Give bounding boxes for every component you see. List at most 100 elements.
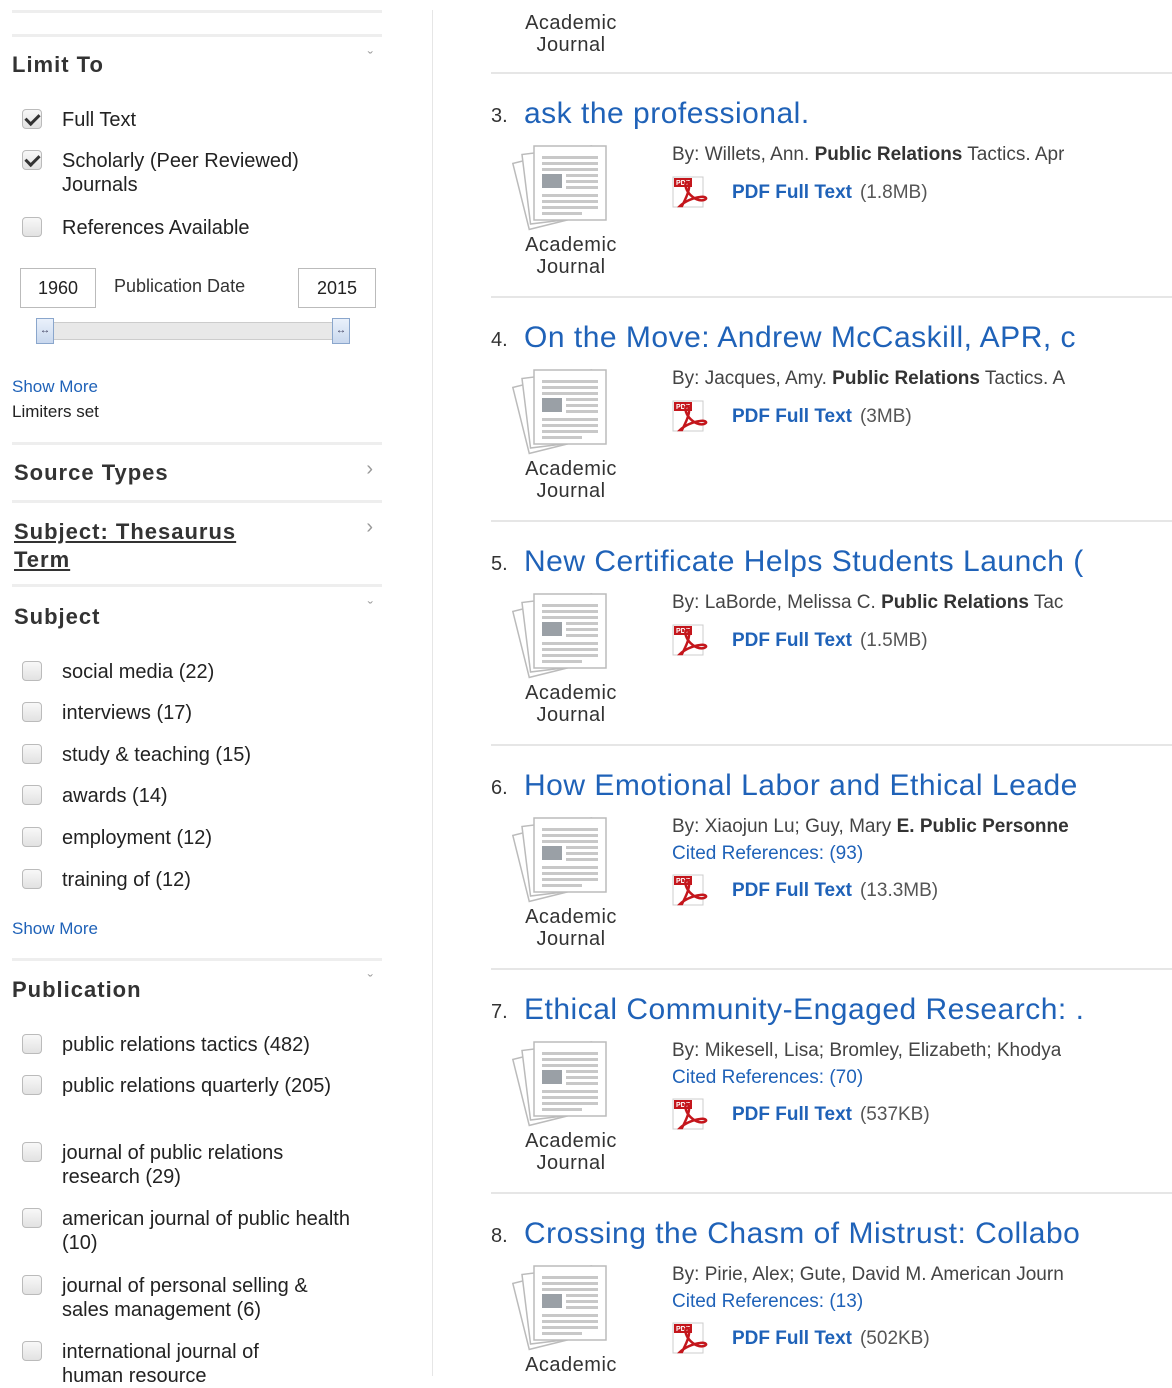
pdf-full-text-link[interactable]: PDF PDF Full Text (13.3MB) — [672, 874, 938, 908]
pubtype-line2: Journal — [536, 704, 606, 726]
authors: By: Jacques, Amy. — [672, 368, 827, 389]
pdf-label[interactable]: PDF Full Text — [732, 1104, 852, 1126]
limiter-label: References Available — [62, 217, 250, 239]
checkbox[interactable] — [22, 827, 42, 847]
subject-facet-item[interactable]: study & teaching (15) — [22, 743, 377, 767]
divider — [12, 10, 382, 13]
date-slider-right-handle[interactable]: ↔ — [332, 318, 350, 344]
chevron-right-icon[interactable]: › — [366, 516, 373, 539]
source-types-heading[interactable]: Source Types — [14, 460, 169, 486]
checkbox[interactable] — [22, 1208, 42, 1228]
limiter-full-text[interactable]: Full Text — [22, 108, 377, 132]
result-byline: By: Pirie, Alex; Gute, David M. American… — [672, 1264, 1064, 1286]
document-thumbnail-icon[interactable] — [511, 1040, 612, 1128]
publication-facet-item[interactable]: journal of public relations research (29… — [22, 1141, 352, 1189]
result-number: 8. — [491, 1225, 508, 1247]
pdf-full-text-link[interactable]: PDF PDF Full Text (537KB) — [672, 1098, 930, 1132]
show-more-link[interactable]: Show More — [12, 377, 98, 397]
source-rest: Tac — [1028, 592, 1064, 613]
result-divider — [491, 744, 1172, 746]
pubtype-line1: Academic — [525, 234, 617, 256]
date-to-input[interactable]: 2015 — [298, 268, 376, 308]
cited-references-link[interactable]: Cited References: (93) — [672, 843, 863, 865]
result-title-link[interactable]: Ethical Community-Engaged Research: . — [524, 993, 1084, 1027]
pdf-label[interactable]: PDF Full Text — [732, 182, 852, 204]
publication-type-label: Academic Journal — [516, 1130, 626, 1174]
pubtype-line1: Academic — [525, 458, 617, 480]
pdf-size: (1.8MB) — [859, 182, 928, 203]
cited-references-link[interactable]: Cited References: (70) — [672, 1067, 863, 1089]
limit-to-heading[interactable]: Limit To — [12, 52, 104, 78]
publication-facet-item[interactable]: public relations quarterly (205) — [22, 1074, 352, 1098]
checkbox[interactable] — [22, 150, 42, 170]
checkbox[interactable] — [22, 1142, 42, 1162]
result-title-link[interactable]: How Emotional Labor and Ethical Leade — [524, 769, 1078, 803]
publication-facet-item[interactable]: journal of personal selling & sales mana… — [22, 1274, 352, 1322]
result-title-link[interactable]: New Certificate Helps Students Launch ( — [524, 545, 1084, 579]
pdf-full-text-link[interactable]: PDF PDF Full Text (1.5MB) — [672, 624, 928, 658]
thesaurus-term-heading[interactable]: Subject: Thesaurus Term — [14, 518, 236, 574]
pdf-label[interactable]: PDF Full Text — [732, 630, 852, 652]
checkbox[interactable] — [22, 744, 42, 764]
subject-facet-item[interactable]: employment (12) — [22, 826, 377, 850]
result-title-link[interactable]: On the Move: Andrew McCaskill, APR, c — [524, 321, 1076, 355]
checkbox[interactable] — [22, 109, 42, 129]
authors: By: Willets, Ann. — [672, 144, 810, 165]
checkbox[interactable] — [22, 1275, 42, 1295]
publication-facet-item[interactable]: international journal of human resource — [22, 1340, 322, 1388]
pdf-size: (537KB) — [859, 1104, 930, 1125]
limiter-references-available[interactable]: References Available — [22, 216, 377, 240]
pdf-label[interactable]: PDF Full Text — [732, 1328, 852, 1350]
chevron-down-icon[interactable]: ˇ — [368, 600, 373, 618]
subject-facet-item[interactable]: awards (14) — [22, 784, 377, 808]
pdf-full-text-link[interactable]: PDF PDF Full Text (1.8MB) — [672, 176, 928, 210]
result-number: 5. — [491, 553, 508, 575]
subject-facet-item[interactable]: social media (22) — [22, 660, 377, 684]
facet-label: international journal of human resource — [62, 1341, 259, 1387]
subject-facet-item[interactable]: interviews (17) — [22, 701, 377, 725]
result-title-link[interactable]: ask the professional. — [524, 97, 810, 131]
publication-facet-item[interactable]: american journal of public health (10) — [22, 1207, 352, 1255]
pdf-full-text-link[interactable]: PDF PDF Full Text (3MB) — [672, 400, 912, 434]
date-slider-track[interactable] — [36, 322, 342, 340]
pdf-icon: PDF — [672, 400, 708, 432]
pdf-size: (3MB) — [859, 406, 912, 427]
subject-show-more-link[interactable]: Show More — [12, 919, 98, 939]
facet-label: interviews (17) — [62, 702, 193, 724]
subject-facet-item[interactable]: training of (12) — [22, 868, 377, 892]
checkbox[interactable] — [22, 785, 42, 805]
document-thumbnail-icon[interactable] — [511, 368, 612, 456]
document-thumbnail-icon[interactable] — [511, 816, 612, 904]
checkbox[interactable] — [22, 661, 42, 681]
subject-heading[interactable]: Subject — [14, 604, 100, 630]
chevron-down-icon[interactable]: ˇ — [368, 50, 373, 68]
chevron-right-icon[interactable]: › — [366, 458, 373, 481]
pdf-full-text-link[interactable]: PDF PDF Full Text (502KB) — [672, 1322, 930, 1356]
checkbox[interactable] — [22, 869, 42, 889]
authors: By: Mikesell, Lisa; Bromley, Elizabeth; … — [672, 1040, 1062, 1061]
facet-label: journal of personal selling & sales mana… — [62, 1275, 308, 1321]
divider — [12, 442, 382, 445]
facet-label: social media (22) — [62, 661, 215, 683]
pubtype-line2: Journal — [536, 34, 606, 56]
document-thumbnail-icon[interactable] — [511, 592, 612, 680]
pdf-label[interactable]: PDF Full Text — [732, 880, 852, 902]
date-from-input[interactable]: 1960 — [20, 268, 96, 308]
checkbox[interactable] — [22, 1341, 42, 1361]
publication-facet-item[interactable]: public relations tactics (482) — [22, 1033, 382, 1057]
source-bold: Public Relations — [814, 144, 963, 165]
checkbox[interactable] — [22, 1034, 42, 1054]
checkbox[interactable] — [22, 702, 42, 722]
chevron-down-icon[interactable]: ˇ — [368, 973, 373, 991]
checkbox[interactable] — [22, 217, 42, 237]
document-thumbnail-icon[interactable] — [511, 1264, 612, 1352]
publication-heading[interactable]: Publication — [12, 977, 142, 1003]
limiter-scholarly[interactable]: Scholarly (Peer Reviewed) Journals — [22, 149, 352, 197]
document-thumbnail-icon[interactable] — [511, 144, 612, 232]
pdf-label[interactable]: PDF Full Text — [732, 406, 852, 428]
date-slider-left-handle[interactable]: ↔ — [36, 318, 54, 344]
checkbox[interactable] — [22, 1075, 42, 1095]
cited-references-link[interactable]: Cited References: (13) — [672, 1291, 863, 1313]
pdf-icon: PDF — [672, 874, 708, 906]
result-title-link[interactable]: Crossing the Chasm of Mistrust: Collabo — [524, 1217, 1080, 1251]
